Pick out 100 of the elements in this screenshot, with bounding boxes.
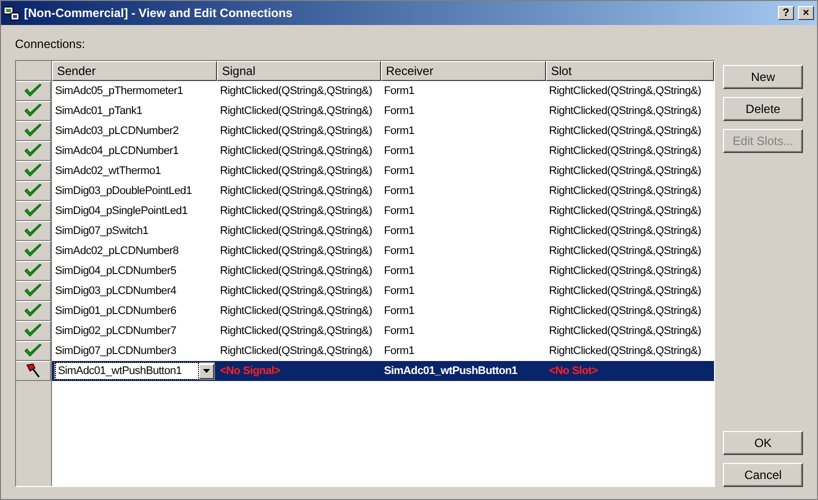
column-header[interactable]: Sender — [52, 61, 217, 81]
table-cell-text: Form1 — [384, 104, 414, 119]
pencil-icon — [25, 363, 41, 379]
table-cell-text: SimAdc02_pLCDNumber8 — [55, 244, 179, 259]
table-cell-text: Form1 — [384, 164, 414, 179]
table-cell-text: Form1 — [384, 224, 414, 239]
table-cell-text: Form1 — [384, 84, 414, 99]
table-cell-text: Form1 — [384, 304, 414, 319]
table-cell-text: RightClicked(QString&,QString&) — [549, 84, 702, 99]
table-cell-text: SimDig04_pLCDNumber5 — [55, 264, 176, 279]
table-cell-text: SimDig07_pLCDNumber3 — [55, 344, 176, 359]
table-cell-text: SimAdc05_pThermometer1 — [55, 84, 183, 99]
help-button[interactable]: ? — [778, 6, 794, 20]
table-cell-text: RightClicked(QString&,QString&) — [549, 224, 702, 239]
row-header[interactable] — [16, 301, 51, 321]
dialog-button[interactable]: New — [723, 65, 803, 89]
row-header[interactable] — [16, 141, 51, 161]
row-header[interactable] — [16, 201, 51, 221]
table-cell-text: RightClicked(QString&,QString&) — [220, 184, 372, 199]
table-cell-text: Form1 — [384, 244, 414, 259]
checkmark-icon — [24, 304, 42, 318]
checkmark-icon — [24, 184, 42, 198]
table-cell-text: SimDig07_pSwitch1 — [55, 224, 148, 239]
checkmark-icon — [24, 144, 42, 158]
close-button[interactable]: × — [798, 6, 814, 20]
table-cell-text: RightClicked(QString&,QString&) — [549, 244, 702, 259]
row-header[interactable] — [16, 321, 51, 341]
table-cell-text: SimAdc04_pLCDNumber1 — [55, 144, 179, 159]
window-title: [Non-Commercial] - View and Edit Connections — [24, 5, 294, 22]
table-cell-text: SimDig01_pLCDNumber6 — [55, 304, 176, 319]
table-cell-text: SimDig03_pDoublePointLed1 — [55, 184, 192, 199]
checkmark-icon — [24, 104, 42, 118]
table-cell-text: RightClicked(QString&,QString&) — [220, 264, 372, 279]
row-header[interactable] — [16, 361, 51, 381]
table-cell-text: SimAdc01_pTank1 — [55, 104, 142, 119]
table-cell-text: RightClicked(QString&,QString&) — [220, 104, 372, 119]
table-cell-text: RightClicked(QString&,QString&) — [549, 344, 702, 359]
table-cell-text: Form1 — [384, 284, 414, 299]
table-cell-text: Form1 — [384, 264, 414, 279]
app-icon — [4, 5, 20, 21]
connections-label: Connections: — [15, 36, 86, 53]
checkmark-icon — [24, 284, 42, 298]
table-cell-text: RightClicked(QString&,QString&) — [549, 324, 702, 339]
table-cell-text: RightClicked(QString&,QString&) — [220, 124, 372, 139]
row-header[interactable] — [16, 81, 51, 101]
table-cell-text: Form1 — [384, 184, 414, 199]
table-cell-text: Form1 — [384, 344, 414, 359]
checkmark-icon — [24, 324, 42, 338]
checkmark-icon — [24, 204, 42, 218]
checkmark-icon — [24, 84, 42, 98]
table-cell-text: SimDig03_pLCDNumber4 — [55, 284, 176, 299]
row-header[interactable] — [16, 281, 51, 301]
table-cell-text: RightClicked(QString&,QString&) — [220, 144, 372, 159]
table-cell-text: RightClicked(QString&,QString&) — [549, 304, 702, 319]
table-cell-text: RightClicked(QString&,QString&) — [220, 304, 372, 319]
checkmark-icon — [24, 344, 42, 358]
table-cell-text: RightClicked(QString&,QString&) — [220, 344, 372, 359]
table-cell-text: RightClicked(QString&,QString&) — [549, 184, 702, 199]
row-header[interactable] — [16, 241, 51, 261]
table-cell-text: RightClicked(QString&,QString&) — [549, 124, 702, 139]
row-header[interactable] — [16, 181, 51, 201]
table-cell-text: RightClicked(QString&,QString&) — [549, 204, 702, 219]
sender-dropdown[interactable]: SimAdc01_wtPushButton1 — [54, 362, 215, 380]
dialog-button[interactable]: Cancel — [723, 463, 803, 487]
table-cell-text: Form1 — [384, 144, 414, 159]
checkmark-icon — [24, 164, 42, 178]
table-cell-text: Form1 — [384, 204, 414, 219]
table-cell-text: Form1 — [384, 324, 414, 339]
table-cell-text: <No Slot> — [549, 364, 598, 379]
dialog-button[interactable]: Delete — [723, 97, 803, 121]
row-header[interactable] — [16, 101, 51, 121]
table-cell-text: RightClicked(QString&,QString&) — [220, 164, 372, 179]
table-cell-text: SimDig04_pSinglePointLed1 — [55, 204, 188, 219]
table-cell-text: RightClicked(QString&,QString&) — [549, 284, 702, 299]
table-cell-text: SimAdc02_wtThermo1 — [55, 164, 161, 179]
table-cell-text: RightClicked(QString&,QString&) — [220, 324, 372, 339]
row-header[interactable] — [16, 161, 51, 181]
checkmark-icon — [24, 264, 42, 278]
table-cell-text: RightClicked(QString&,QString&) — [220, 204, 372, 219]
column-header[interactable]: Signal — [217, 61, 381, 81]
column-header[interactable]: Receiver — [381, 61, 546, 81]
table-cell-text: SimDig02_pLCDNumber7 — [55, 324, 176, 339]
row-header[interactable] — [16, 341, 51, 361]
table-cell-text: RightClicked(QString&,QString&) — [549, 264, 702, 279]
row-header[interactable] — [16, 221, 51, 241]
row-header[interactable] — [16, 261, 51, 281]
table-cell-text: RightClicked(QString&,QString&) — [220, 284, 372, 299]
table-cell-text: RightClicked(QString&,QString&) — [549, 164, 702, 179]
column-header[interactable]: Slot — [546, 61, 714, 81]
checkmark-icon — [24, 124, 42, 138]
caret-icon — [203, 369, 210, 373]
dialog-button[interactable]: OK — [723, 431, 803, 455]
table-cell-text: RightClicked(QString&,QString&) — [549, 144, 702, 159]
checkmark-icon — [24, 244, 42, 258]
selected-row[interactable]: SimAdc01_wtPushButton1 <No Signal> SimAdc01_wtPushButton1 <No Slot> — [52, 361, 714, 381]
table-cell-text: Form1 — [384, 124, 414, 139]
row-header[interactable] — [16, 121, 51, 141]
table-cell-text: <No Signal> — [220, 364, 280, 379]
table-cell-text: SimAdc01_wtPushButton1 — [384, 364, 518, 379]
table-cell-text: RightClicked(QString&,QString&) — [220, 244, 372, 259]
